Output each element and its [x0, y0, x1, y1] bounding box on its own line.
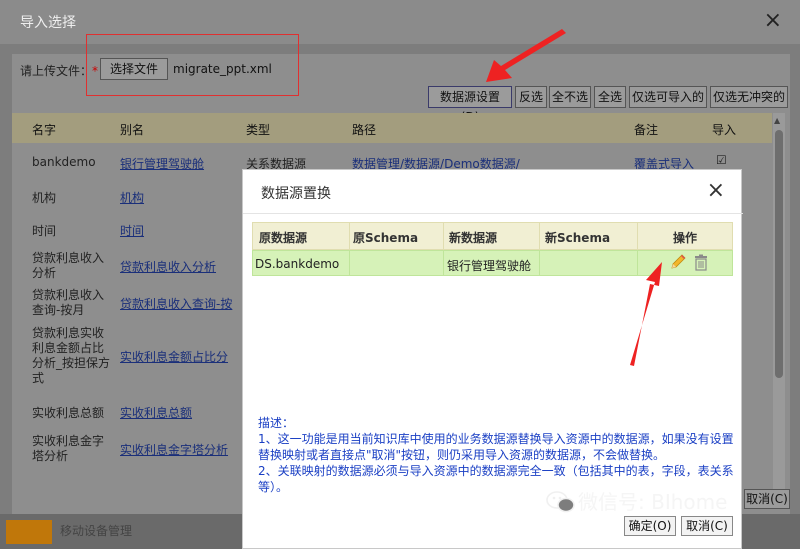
col-src-schema: 原Schema [353, 231, 419, 245]
col-import: 导入 [712, 123, 737, 137]
modal-title: 数据源置换 [261, 186, 331, 202]
col-type: 类型 [246, 123, 271, 137]
col-actions: 操作 [673, 231, 698, 245]
wechat-logo-icon [546, 491, 575, 513]
scrollbar-thumb[interactable] [775, 130, 783, 378]
import-table-header: 名字 别名 类型 路径 备注 导入 [12, 113, 772, 143]
import-checkbox[interactable]: ☑ [716, 153, 727, 167]
col-path: 路径 [352, 123, 377, 137]
import-table: 名字 别名 类型 路径 备注 导入 [12, 113, 772, 143]
pencil-icon[interactable] [669, 253, 687, 271]
col-note: 备注 [634, 123, 659, 137]
menu-tile-icon[interactable] [6, 520, 52, 544]
description-item-1: 1、这一功能是用当前知识库中使用的业务数据源替换导入资源中的数据源，如果没有设置… [258, 432, 734, 462]
outer-cancel-button[interactable]: 取消(C) [744, 489, 790, 509]
src-datasource-cell: DS.bankdemo [255, 257, 340, 271]
select-all-button[interactable]: 全选 [594, 86, 626, 108]
highlight-box [86, 34, 299, 96]
close-icon[interactable]: × [764, 10, 782, 32]
select-none-button[interactable]: 全不选 [549, 86, 591, 108]
table-row[interactable]: DS.bankdemo 银行管理驾驶舱 [252, 250, 733, 276]
col-alias: 别名 [120, 123, 145, 137]
col-src-datasource: 原数据源 [259, 231, 308, 245]
dst-datasource-cell: 银行管理驾驶舱 [447, 259, 532, 273]
col-name: 名字 [32, 123, 57, 137]
close-icon[interactable]: × [707, 180, 725, 202]
cancel-button[interactable]: 取消(C) [681, 516, 733, 536]
col-dst-schema: 新Schema [545, 231, 611, 245]
select-no-conflict-button[interactable]: 仅选无冲突的 [710, 86, 788, 108]
modal-titlebar: 数据源置换 × [243, 170, 743, 214]
datasource-settings-button[interactable]: 数据源设置(D) [428, 86, 512, 124]
import-dialog-title: 导入选择 [20, 15, 76, 31]
mapping-table-header: 原数据源 原Schema 新数据源 新Schema 操作 [252, 222, 733, 251]
description-title: 描述： [258, 416, 295, 430]
scroll-up-icon[interactable]: ▲ [774, 116, 780, 125]
bottom-strip-label: 移动设备管理 [60, 524, 133, 538]
ok-button[interactable]: 确定(O) [624, 516, 676, 536]
invert-select-button[interactable]: 反选 [515, 86, 547, 108]
watermark-text: 微信号: BIhome [578, 490, 728, 514]
description: 描述： 1、这一功能是用当前知识库中使用的业务数据源替换导入资源中的数据源，如果… [258, 415, 736, 495]
select-importable-button[interactable]: 仅选可导入的 [629, 86, 707, 108]
trash-icon[interactable] [693, 254, 709, 271]
col-dst-datasource: 新数据源 [449, 231, 498, 245]
